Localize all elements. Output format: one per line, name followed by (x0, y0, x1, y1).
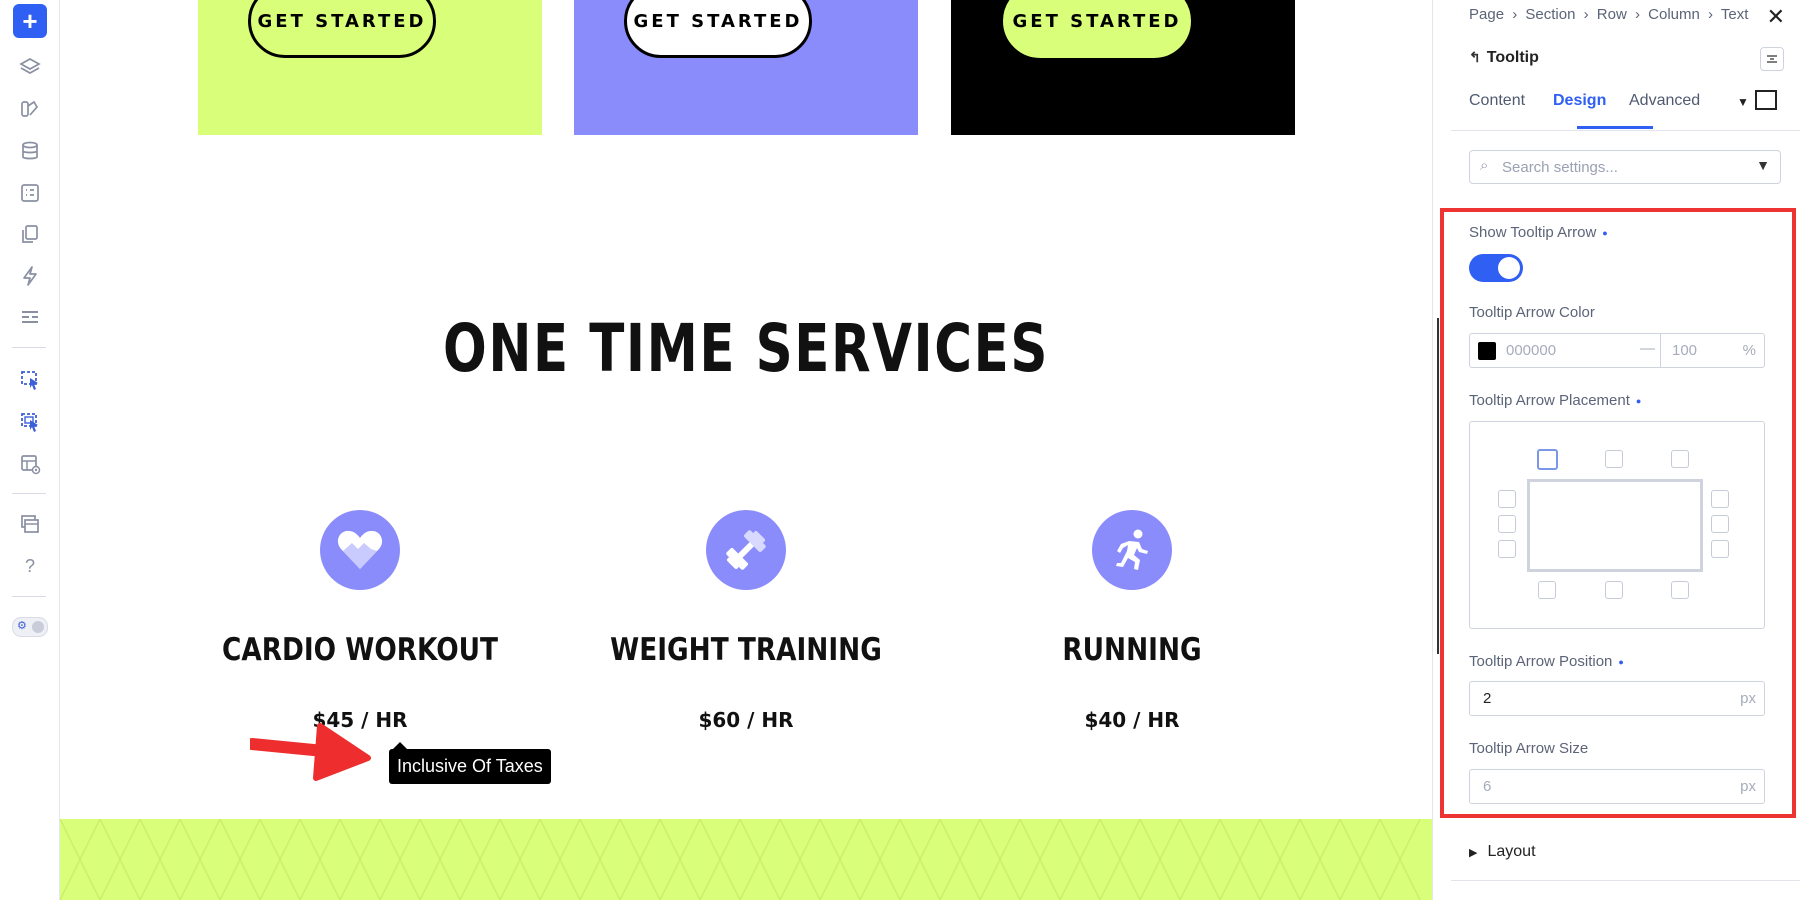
annotation-highlight-box (1440, 208, 1796, 818)
windows-icon[interactable] (12, 506, 48, 542)
pricing-card-3: GET STARTED (951, 0, 1295, 135)
service-price: $60 / HR (698, 708, 794, 732)
scrollbar[interactable] (1437, 318, 1439, 654)
multi-select-cursor-icon[interactable] (12, 404, 48, 440)
tab-advanced[interactable]: Advanced (1629, 92, 1700, 110)
get-started-button[interactable]: GET STARTED (248, 0, 436, 58)
back-arrow-icon[interactable]: ↰ (1469, 49, 1481, 65)
filter-icon[interactable]: ▼ (1756, 157, 1770, 173)
lightning-icon[interactable] (12, 258, 48, 294)
pages-icon[interactable] (12, 216, 48, 252)
search-icon: ⌕ (1480, 157, 1489, 174)
panel-title: ↰ Tooltip (1469, 49, 1539, 66)
service-price: $40 / HR (1084, 708, 1180, 732)
breadcrumb: Page › Section › Row › Column › Text (1469, 6, 1748, 23)
breadcrumb-page[interactable]: Page (1469, 6, 1504, 23)
service-title: WEIGHT TRAINING (610, 632, 882, 668)
layout-section-toggle[interactable]: ▶ Layout (1469, 843, 1536, 861)
service-title: RUNNING (1062, 632, 1202, 668)
runner-icon (1092, 510, 1172, 590)
close-icon[interactable]: ✕ (1767, 4, 1785, 30)
breadcrumb-row[interactable]: Row (1597, 6, 1627, 23)
layers-icon[interactable] (12, 49, 48, 85)
breadcrumb-section[interactable]: Section (1525, 6, 1575, 23)
search-settings-input[interactable]: ⌕ Search settings... ▼ (1469, 150, 1781, 184)
page-canvas: GET STARTED GET STARTED GET STARTED ONE … (60, 0, 1432, 900)
style-guide-icon[interactable] (12, 91, 48, 127)
pricing-card-1: GET STARTED (198, 0, 542, 135)
database-icon[interactable] (12, 133, 48, 169)
caret-right-icon: ▶ (1469, 847, 1478, 859)
tab-content[interactable]: Content (1469, 92, 1525, 110)
breadcrumb-separator: › (1634, 6, 1640, 23)
sections-icon[interactable] (12, 300, 48, 336)
left-toolbar: + ? ⚙ (0, 0, 60, 900)
heart-icon (320, 510, 400, 590)
tab-dropdown-icon[interactable]: ▼ (1737, 95, 1749, 109)
theme-toggle[interactable]: ⚙ (12, 617, 48, 637)
bottom-section (60, 819, 1432, 900)
interaction-cursor-icon[interactable] (12, 362, 48, 398)
help-button[interactable]: ? (12, 548, 48, 584)
get-started-button[interactable]: GET STARTED (624, 0, 812, 58)
template-preview-icon[interactable] (12, 446, 48, 482)
collapse-panel-button[interactable] (1760, 47, 1784, 71)
form-icon[interactable] (12, 175, 48, 211)
responsive-view-icon[interactable] (1755, 90, 1777, 110)
breadcrumb-separator: › (1512, 6, 1518, 23)
breadcrumb-separator: › (1708, 6, 1713, 23)
section-heading: ONE TIME SERVICES (443, 310, 1049, 387)
tooltip: Inclusive Of Taxes (389, 742, 551, 784)
service-title: CARDIO WORKOUT (221, 632, 499, 668)
add-element-button[interactable]: + (13, 4, 47, 38)
tab-design[interactable]: Design (1553, 92, 1606, 110)
breadcrumb-text[interactable]: Text (1721, 6, 1749, 23)
get-started-button[interactable]: GET STARTED (1003, 0, 1191, 58)
pricing-card-2: GET STARTED (574, 0, 918, 135)
breadcrumb-separator: › (1583, 6, 1589, 23)
annotation-arrow-icon (250, 723, 371, 781)
dumbbell-icon (706, 510, 786, 590)
breadcrumb-column[interactable]: Column (1648, 6, 1700, 23)
gear-icon: ⚙ (17, 620, 27, 632)
